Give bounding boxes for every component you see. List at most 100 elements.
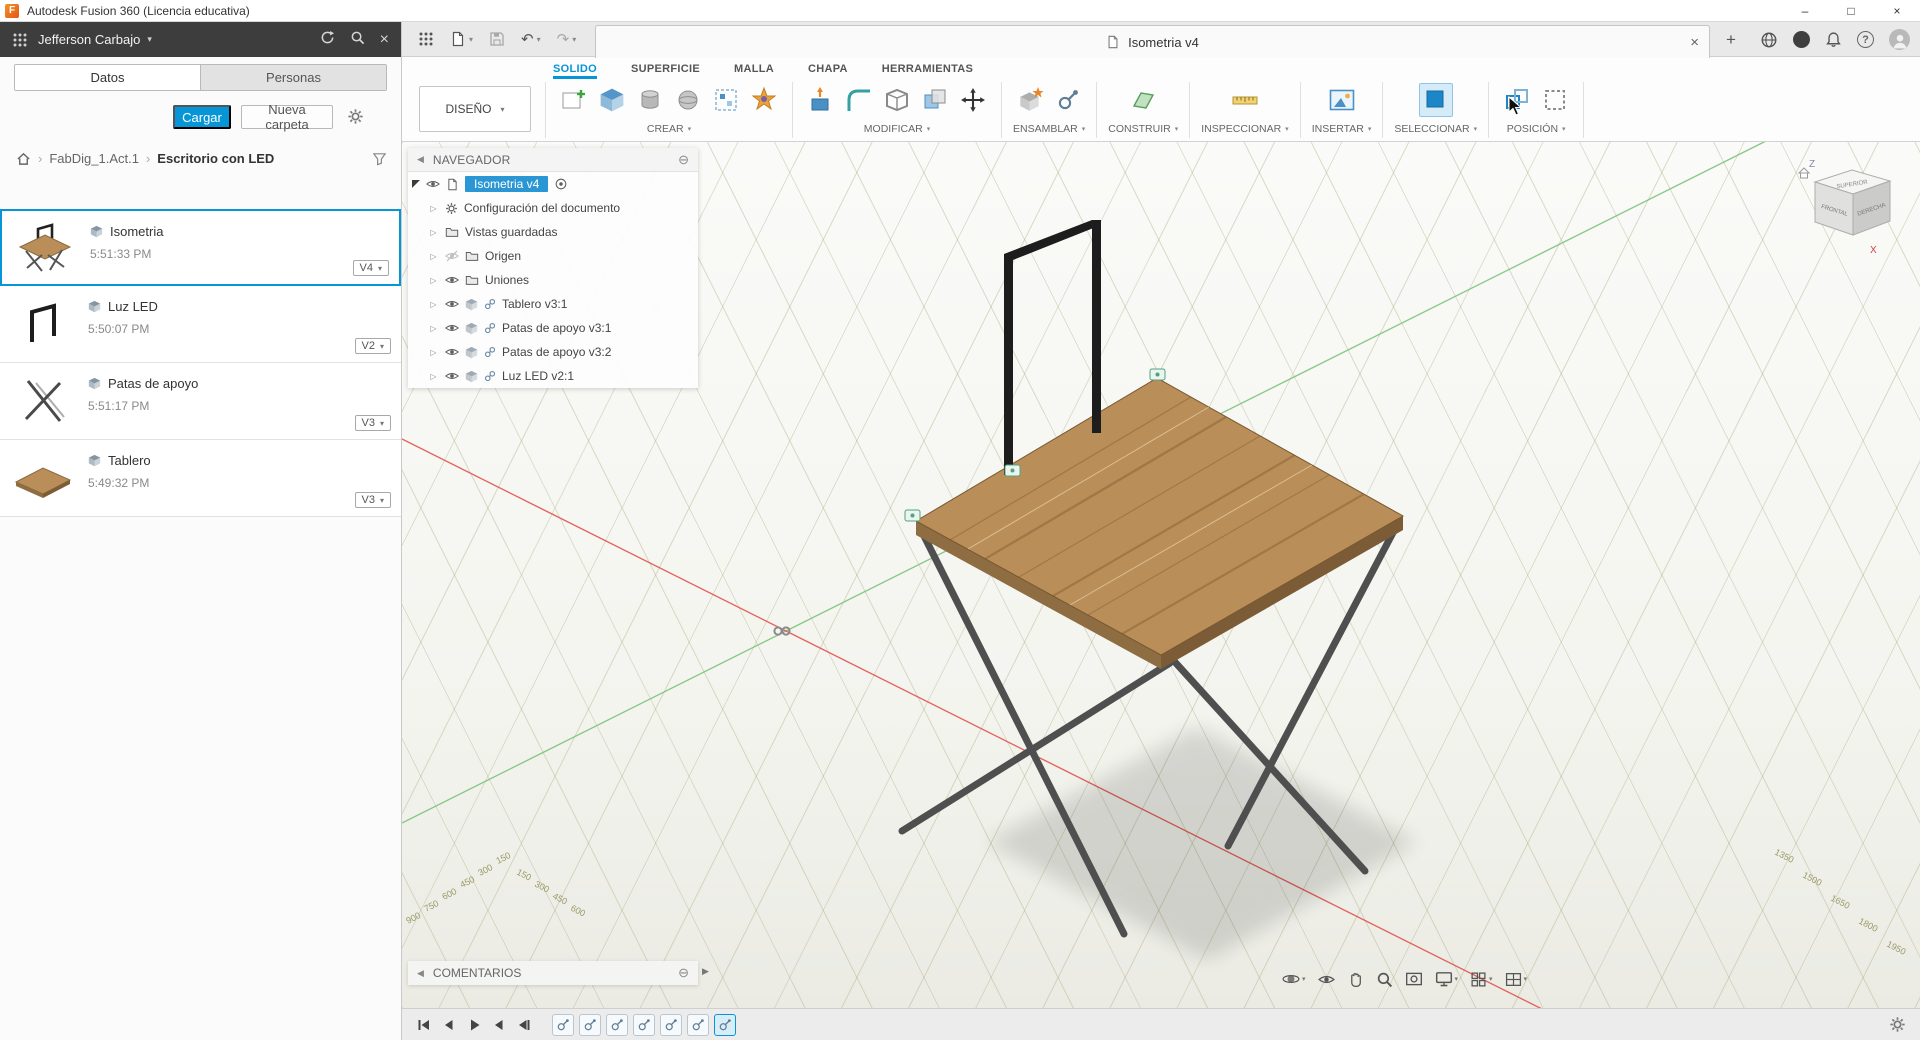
seleccionar-menu[interactable]: SELECCIONAR ▾ <box>1394 123 1477 135</box>
browser-row-vistas-guardadas[interactable]: ▷ Vistas guardadas <box>408 220 698 244</box>
step-back-button[interactable] <box>441 1017 457 1033</box>
expand-triangle-icon[interactable]: ▷ <box>428 324 439 333</box>
construir-menu[interactable]: CONSTRUIR ▾ <box>1108 123 1178 135</box>
expand-triangle-icon[interactable]: ▷ <box>428 276 439 285</box>
expand-triangle-icon[interactable]: ▷ <box>428 372 439 381</box>
go-to-start-button[interactable] <box>416 1017 432 1033</box>
viewports-button[interactable]: ▾ <box>1505 971 1527 988</box>
joint-button[interactable] <box>1051 83 1085 117</box>
close-data-panel-button[interactable]: × <box>380 31 389 48</box>
extensions-globe-icon[interactable] <box>1760 31 1778 49</box>
browser-row-origen[interactable]: ▷ Origen <box>408 244 698 268</box>
browser-row-configuracion[interactable]: ▷ Configuración del documento <box>408 196 698 220</box>
visibility-eye-icon[interactable] <box>426 177 440 191</box>
browser-row-uniones[interactable]: ▷ Uniones <box>408 268 698 292</box>
collapse-left-icon[interactable]: ◀ <box>417 154 424 165</box>
timeline-joint-feature[interactable] <box>579 1013 601 1036</box>
sphere-button[interactable] <box>671 83 705 117</box>
pan-button[interactable] <box>1347 971 1364 988</box>
upload-button[interactable]: Cargar <box>173 105 231 129</box>
browser-row-tablero[interactable]: ▷ Tablero v3:1 <box>408 292 698 316</box>
collapse-left-icon[interactable]: ◀ <box>417 968 424 979</box>
version-dropdown[interactable]: V3 ▾ <box>354 492 391 508</box>
combine-button[interactable] <box>918 83 952 117</box>
list-item-patas-de-apoyo[interactable]: Patas de apoyo 5:51:17 PM V3 ▾ <box>0 363 401 440</box>
document-tab[interactable]: Isometria v4 × <box>595 25 1710 58</box>
browser-root-label[interactable]: Isometria v4 <box>465 176 549 192</box>
tab-superficie[interactable]: SUPERFICIE <box>631 63 700 79</box>
notifications-bell-icon[interactable] <box>1825 31 1842 48</box>
search-icon[interactable] <box>350 30 365 50</box>
list-item-luz-led[interactable]: Luz LED 5:50:07 PM V2 ▾ <box>0 286 401 363</box>
tab-herramientas[interactable]: HERRAMIENTAS <box>882 63 973 79</box>
version-dropdown[interactable]: V4 ▾ <box>352 260 389 276</box>
expand-triangle-icon[interactable]: ▷ <box>428 300 439 309</box>
viewcube-home-icon[interactable] <box>1797 167 1811 174</box>
fit-button[interactable] <box>1405 970 1423 988</box>
visibility-eye-icon[interactable] <box>445 273 459 287</box>
expand-triangle-icon[interactable]: ▷ <box>428 228 439 237</box>
minimize-panel-icon[interactable]: ⊖ <box>678 965 689 981</box>
modificar-menu[interactable]: MODIFICAR ▾ <box>864 123 930 135</box>
maximize-button[interactable]: □ <box>1828 0 1874 21</box>
comments-panel[interactable]: ◀ COMENTARIOS ⊖ <box>408 961 698 985</box>
tab-solido[interactable]: SOLIDO <box>553 63 597 79</box>
new-document-tab-button[interactable]: + <box>1720 29 1742 51</box>
version-dropdown[interactable]: V3 ▾ <box>354 415 391 431</box>
insertar-menu[interactable]: INSERTAR ▾ <box>1312 123 1372 135</box>
browser-root-row[interactable]: Isometria v4 <box>408 172 698 196</box>
grid-settings-button[interactable]: ▾ <box>1470 971 1493 988</box>
version-dropdown[interactable]: V2 ▾ <box>354 338 391 354</box>
file-menu-icon[interactable]: ▾ <box>450 31 473 47</box>
orbit-button[interactable]: ▾ <box>1282 970 1306 988</box>
play-button[interactable] <box>466 1017 482 1033</box>
user-menu-caret-icon[interactable]: ▾ <box>147 34 152 45</box>
user-avatar[interactable] <box>1889 29 1910 50</box>
minimize-button[interactable]: – <box>1782 0 1828 21</box>
save-icon[interactable] <box>489 31 505 47</box>
show-data-panel-icon[interactable] <box>418 31 434 47</box>
visibility-eye-icon[interactable] <box>445 369 459 383</box>
new-folder-button[interactable]: Nueva carpeta <box>241 102 333 132</box>
construction-plane-button[interactable] <box>1126 83 1160 117</box>
create-sketch-button[interactable] <box>557 83 591 117</box>
home-icon[interactable] <box>16 151 31 166</box>
inspeccionar-menu[interactable]: INSPECCIONAR ▾ <box>1201 123 1288 135</box>
ensamblar-menu[interactable]: ENSAMBLAR ▾ <box>1013 123 1085 135</box>
crear-menu[interactable]: CREAR ▾ <box>647 123 691 135</box>
visibility-eye-icon[interactable] <box>445 345 459 359</box>
filter-icon[interactable] <box>372 151 387 166</box>
create-form-button[interactable] <box>747 83 781 117</box>
undo-icon[interactable]: ↶ ▾ <box>521 30 541 48</box>
expand-triangle-icon[interactable]: ▷ <box>428 252 439 261</box>
desk-tabletop[interactable] <box>914 377 1405 669</box>
visibility-eye-icon[interactable] <box>445 321 459 335</box>
browser-panel-header[interactable]: ◀ NAVEGADOR ⊖ <box>408 148 698 172</box>
view-cube[interactable]: SUPERIOR FRONTAL DERECHA Z X <box>1797 159 1892 256</box>
list-item-tablero[interactable]: Tablero 5:49:32 PM V3 ▾ <box>0 440 401 517</box>
close-document-tab-button[interactable]: × <box>1690 34 1699 51</box>
tab-malla[interactable]: MALLA <box>734 63 774 79</box>
move-copy-button[interactable] <box>956 83 990 117</box>
timeline-joint-feature-selected[interactable] <box>714 1013 736 1036</box>
new-component-button[interactable] <box>1013 83 1047 117</box>
expand-triangle-icon[interactable]: ▷ <box>428 348 439 357</box>
close-window-button[interactable]: × <box>1874 0 1920 21</box>
refresh-icon[interactable] <box>320 30 335 50</box>
zoom-button[interactable] <box>1376 971 1393 988</box>
expand-comments-icon[interactable]: ▶ <box>702 966 709 977</box>
timeline-settings-gear-icon[interactable] <box>1889 1016 1906 1033</box>
apps-grid-icon[interactable] <box>12 32 28 48</box>
step-forward-button[interactable] <box>491 1017 507 1033</box>
display-settings-button[interactable]: ▾ <box>1435 970 1458 988</box>
go-to-end-button[interactable] <box>516 1017 532 1033</box>
measure-button[interactable] <box>1228 83 1262 117</box>
extrude-box-button[interactable] <box>595 83 629 117</box>
cylinder-button[interactable] <box>633 83 667 117</box>
select-button[interactable] <box>1418 83 1453 117</box>
expand-triangle-icon[interactable]: ▷ <box>428 204 439 213</box>
look-at-button[interactable] <box>1318 971 1335 988</box>
pattern-button[interactable] <box>709 83 743 117</box>
timeline-joint-feature[interactable] <box>660 1013 682 1036</box>
timeline-joint-feature[interactable] <box>633 1013 655 1036</box>
